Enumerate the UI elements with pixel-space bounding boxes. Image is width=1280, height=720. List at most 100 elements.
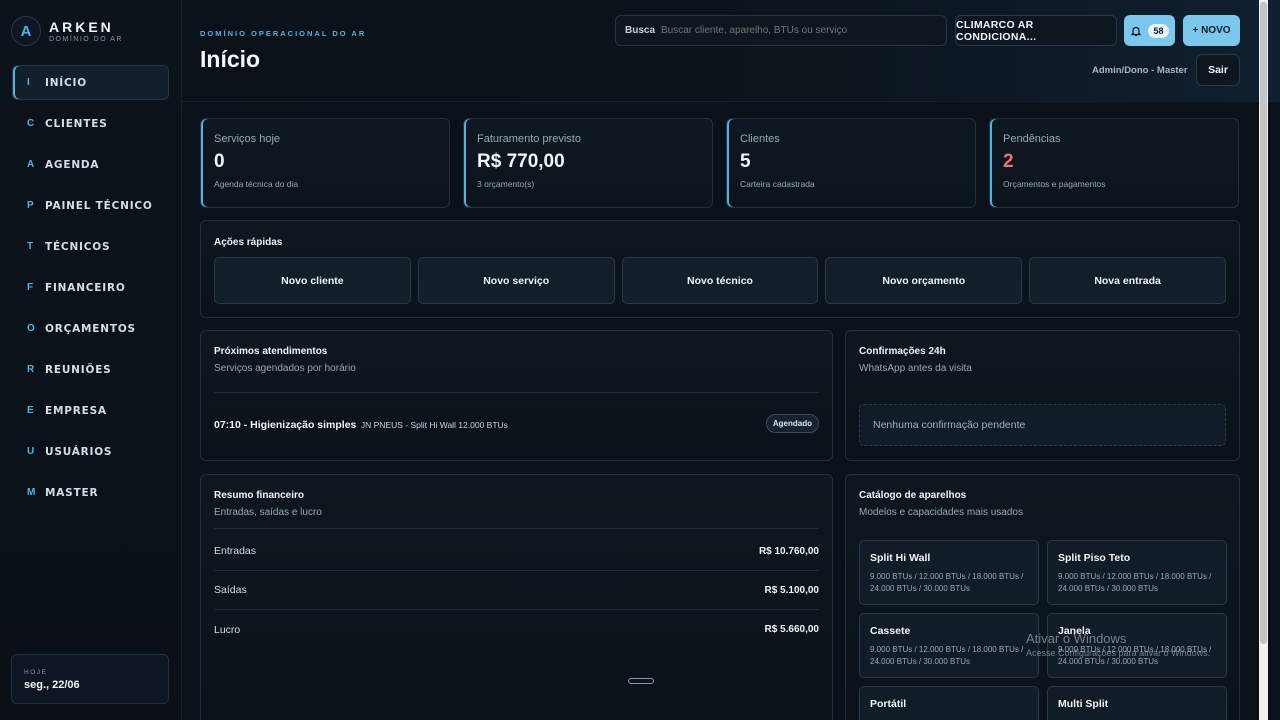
notifications-button[interactable]: 58 [1124,15,1175,46]
sidebar-item-label: REUNIÕES [45,363,112,376]
kpi-card: Serviços hoje 0 Agenda técnica do dia [200,118,450,208]
kpi-value: 0 [214,151,225,172]
scrollbar-thumb[interactable] [1260,2,1267,644]
sidebar-item-label: CLIENTES [45,117,108,130]
kpi-card: Clientes 5 Carteira cadastrada [726,118,976,208]
app-root: A ARKEN DOMÍNIO DO AR I INÍCIO C CLIENTE… [0,0,1280,720]
sidebar-item-tecnicos[interactable]: T TÉCNICOS [12,229,169,264]
sidebar-item-master[interactable]: M MASTER [12,475,169,510]
new-button[interactable]: + NOVO [1183,15,1240,46]
kpi-card: Faturamento previsto R$ 770,00 3 orçamen… [463,118,713,208]
main-area: DOMÍNIO OPERACIONAL DO AR Início Busca C… [182,0,1280,720]
status-badge: Agendado [765,414,819,433]
nav-letter: M [27,487,36,498]
sidebar-item-label: MASTER [45,486,99,499]
sidebar-item-empresa[interactable]: E EMPRESA [12,393,169,428]
catalog-capacities: 9.000 BTUs / 12.000 BTUs / 18.000 BTUs /… [870,572,1024,593]
sidebar-item-financeiro[interactable]: F FINANCEIRO [12,270,169,305]
page-scrollbar[interactable] [1259,0,1268,720]
sidebar-item-label: INÍCIO [45,76,87,89]
empty-state: Nenhuma confirmação pendente [859,404,1226,446]
kpi-value: 5 [740,151,751,172]
sidebar-item-reunioes[interactable]: R REUNIÕES [12,352,169,387]
kpi-label: Faturamento previsto [477,133,581,145]
sidebar-item-label: USUÁRIOS [45,445,113,458]
finance-label: Entradas [214,545,257,557]
nav-letter: P [27,200,34,211]
finance-row: Saídas R$ 5.100,00 [214,571,819,610]
watermark-subtitle: Acesse Configurações para ativar o Windo… [1026,648,1211,658]
finance-value: R$ 5.100,00 [764,584,820,596]
panel-subtitle: WhatsApp antes da visita [859,363,972,374]
brand[interactable]: A ARKEN DOMÍNIO DO AR [0,0,181,62]
divider [214,392,819,393]
logout-button[interactable]: Sair [1196,54,1240,86]
catalog-name: Split Hi Wall [870,552,931,564]
brand-name: ARKEN [49,19,114,35]
finance-summary-panel: Resumo financeiro Entradas, saídas e luc… [200,474,833,720]
today-label: HOJE [24,669,48,676]
brand-subtitle: DOMÍNIO DO AR [49,36,123,43]
sidebar-item-agenda[interactable]: A AGENDA [12,147,169,182]
sidebar-item-usuarios[interactable]: U USUÁRIOS [12,434,169,469]
panel-subtitle: Serviços agendados por horário [214,363,356,374]
catalog-card[interactable]: Portátil [859,686,1039,720]
kpi-card: Pendências 2 Orçamentos e pagamentos [989,118,1239,208]
finance-label: Saídas [214,584,247,596]
catalog-panel: Catálogo de aparelhos Modelos e capacida… [845,474,1240,720]
bell-icon [1130,26,1142,36]
kpi-value: 2 [1003,151,1014,172]
new-quote-button[interactable]: Novo orçamento [825,257,1023,304]
topbar: DOMÍNIO OPERACIONAL DO AR Início Busca C… [182,0,1280,102]
new-entry-button[interactable]: Nova entrada [1029,257,1226,304]
finance-value: R$ 5.660,00 [764,624,820,635]
kpi-row: Serviços hoje 0 Agenda técnica do dia Fa… [200,118,1240,208]
sidebar-item-label: TÉCNICOS [45,240,111,253]
panel-title: Ações rápidas [214,237,283,248]
finance-value: R$ 10.760,00 [758,545,819,557]
brand-logo-icon: A [11,16,41,46]
today-card: HOJE seg., 22/06 [11,654,169,704]
quick-actions-panel: Ações rápidas Novo cliente Novo serviço … [200,220,1240,318]
list-item[interactable]: 07:10 - Higienização simples JN PNEUS - … [214,414,819,433]
panel-subtitle: Entradas, saídas e lucro [214,507,322,518]
finance-row: Lucro R$ 5.660,00 [214,610,819,649]
company-selector-button[interactable]: CLIMARCO AR CONDICIONA... [955,15,1117,46]
next-appointments-panel: Próximos atendimentos Serviços agendados… [200,330,833,461]
catalog-card[interactable]: Split Hi Wall 9.000 BTUs / 12.000 BTUs /… [859,540,1039,605]
sidebar-item-orcamentos[interactable]: O ORÇAMENTOS [12,311,169,346]
kpi-subtitle: 3 orçamento(s) [477,179,535,189]
windows-activation-watermark: Ativar o Windows Acesse Configurações pa… [1026,631,1210,658]
catalog-card[interactable]: Split Piso Teto 9.000 BTUs / 12.000 BTUs… [1047,540,1227,605]
sidebar-item-painel-tecnico[interactable]: P PAINEL TÉCNICO [12,188,169,223]
new-service-button[interactable]: Novo serviço [417,257,615,304]
panel-title: Próximos atendimentos [214,346,328,357]
sidebar-item-inicio[interactable]: I INÍCIO [12,65,169,100]
search-input[interactable] [661,25,932,36]
catalog-capacities: 9.000 BTUs / 12.000 BTUs / 18.000 BTUs /… [870,645,1024,666]
watermark-title: Ativar o Windows [1026,631,1127,646]
scroll-indicator[interactable] [628,678,654,684]
nav-letter: A [27,159,35,170]
search-bar[interactable]: Busca [615,15,947,46]
user-role: Admin/Dono - Master [1092,65,1188,76]
panel-title: Confirmações 24h [859,346,946,357]
catalog-card[interactable]: Multi Split [1047,686,1227,720]
nav-letter: C [27,118,35,129]
confirmations-panel: Confirmações 24h WhatsApp antes da visit… [845,330,1240,461]
kpi-label: Pendências [1003,133,1061,145]
catalog-card[interactable]: Cassete 9.000 BTUs / 12.000 BTUs / 18.00… [859,613,1039,678]
kpi-label: Serviços hoje [214,133,281,145]
page-title: Início [200,46,261,72]
kpi-subtitle: Carteira cadastrada [740,179,815,189]
sidebar-item-clientes[interactable]: C CLIENTES [12,106,169,141]
kpi-subtitle: Agenda técnica do dia [214,179,299,189]
new-client-button[interactable]: Novo cliente [214,257,411,304]
kpi-label: Clientes [740,133,780,145]
nav-letter: I [27,77,30,88]
sidebar: A ARKEN DOMÍNIO DO AR I INÍCIO C CLIENTE… [0,0,182,720]
appointment-detail: JN PNEUS - Split Hi Wall 12.000 BTUs [360,419,508,430]
catalog-name: Multi Split [1058,698,1109,710]
new-technician-button[interactable]: Novo técnico [621,257,819,304]
catalog-capacities: 9.000 BTUs / 12.000 BTUs / 18.000 BTUs /… [1058,572,1212,593]
